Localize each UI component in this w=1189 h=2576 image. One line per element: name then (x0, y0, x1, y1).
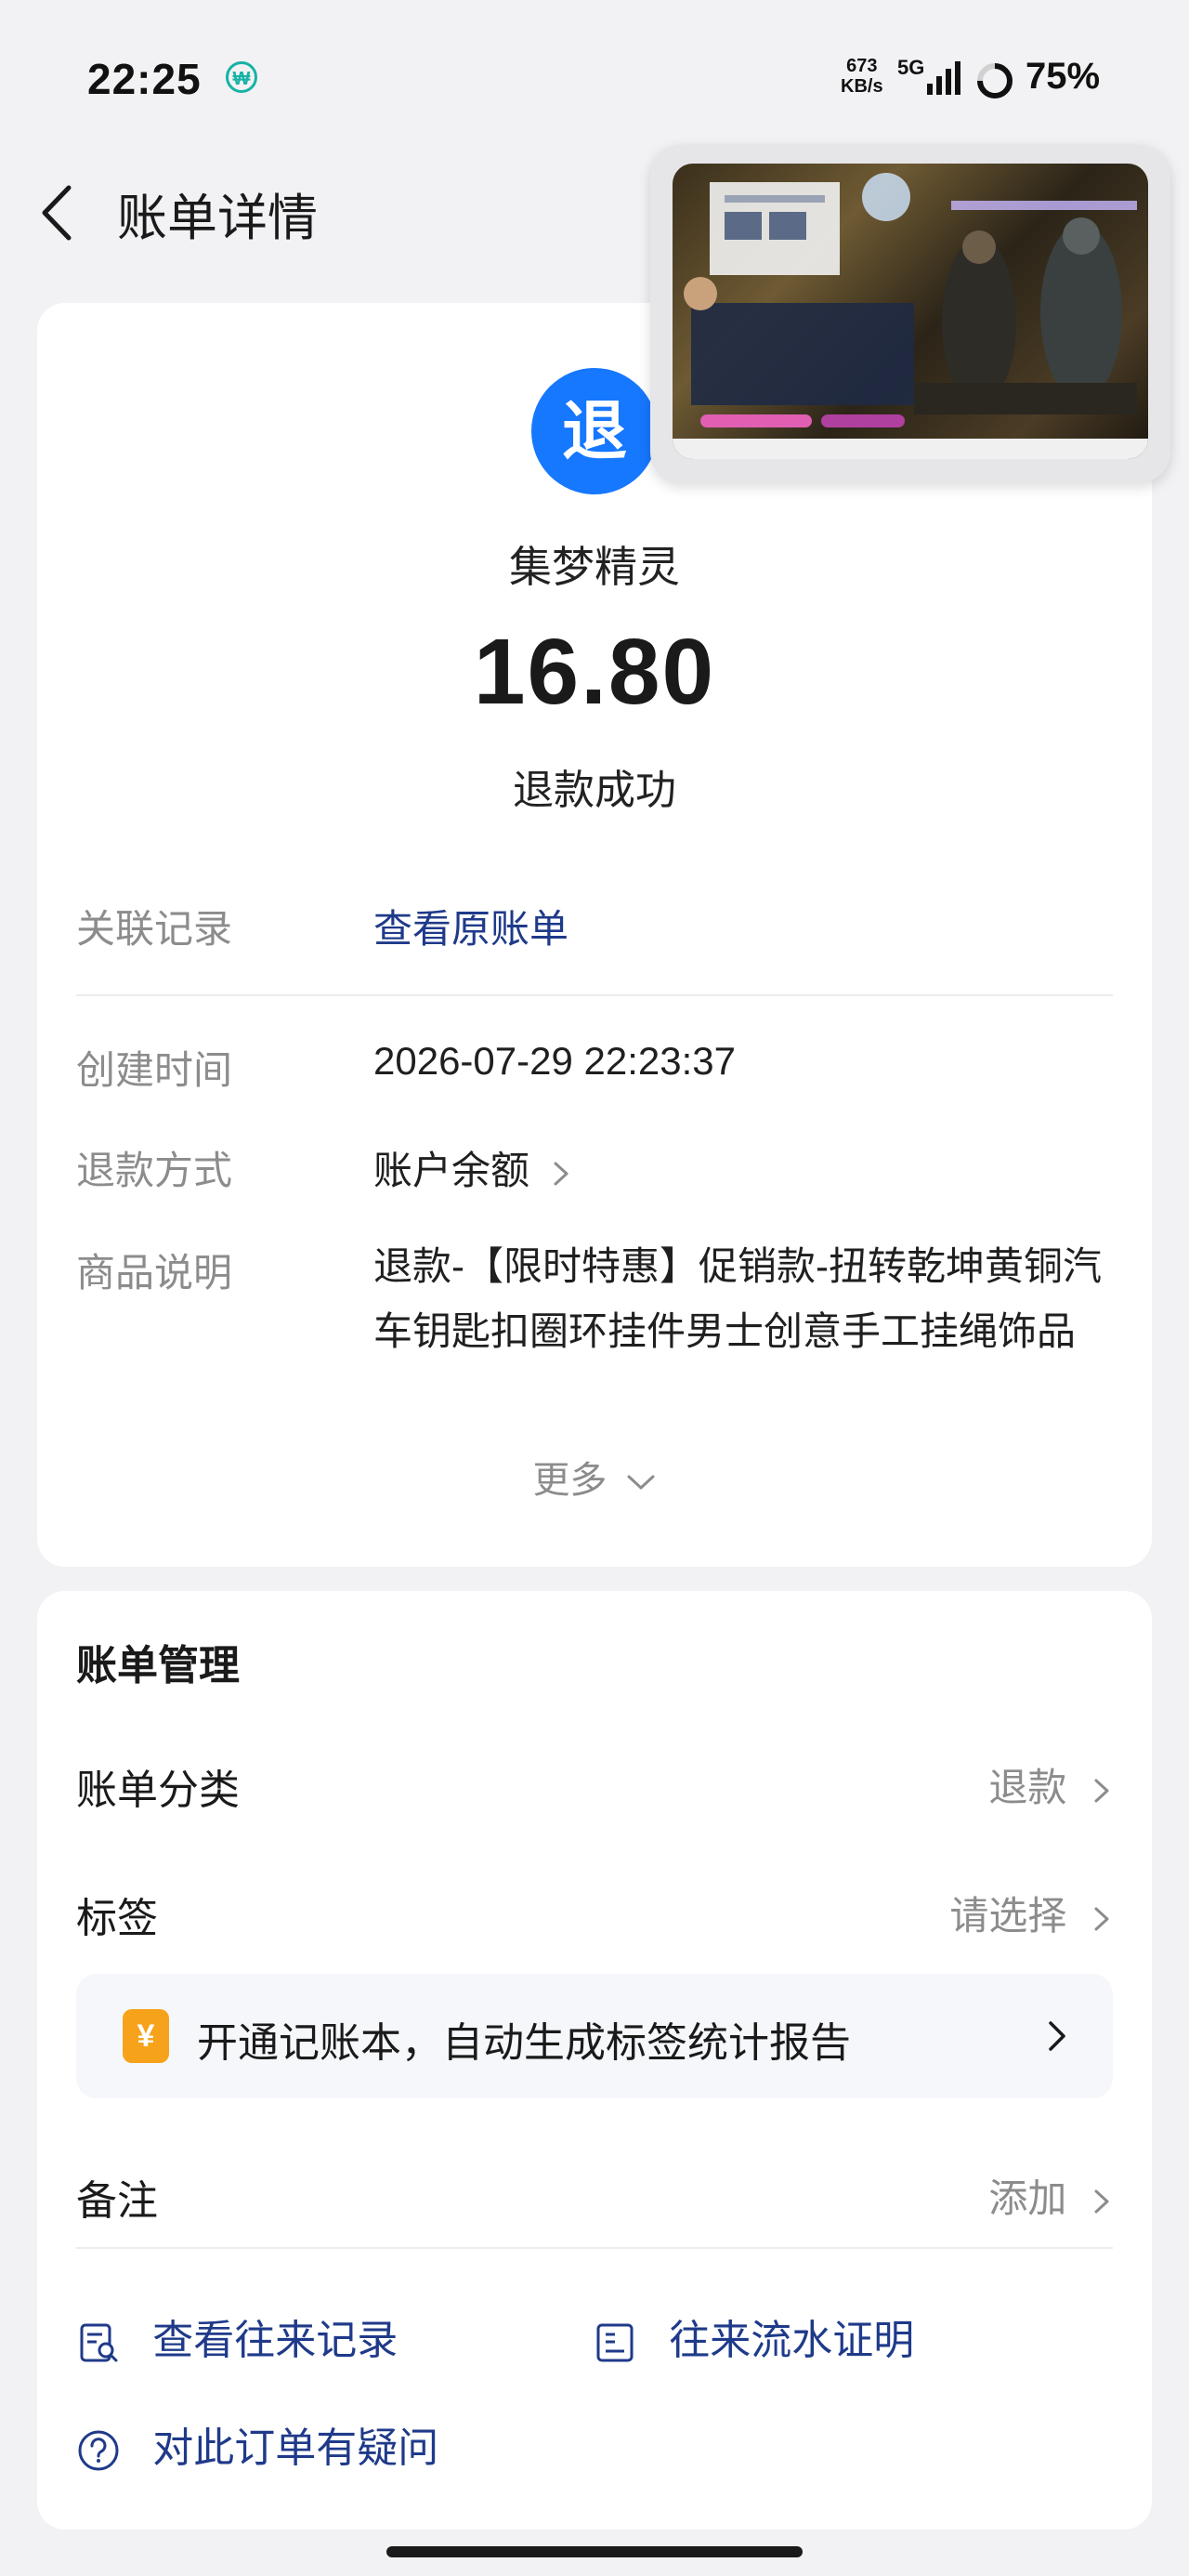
related-record-label: 关联记录 (76, 907, 233, 951)
product-desc-value: 退款-【限时特惠】促销款-扭转乾坤黄铜汽车钥匙扣圈环挂件男士创意手工挂绳饰品 (373, 1244, 1102, 1353)
flow-proof-button[interactable]: 往来流水证明 (593, 2307, 914, 2366)
document-search-icon (80, 2323, 118, 2362)
refund-amount: 16.80 (473, 620, 716, 724)
chevron-right-icon (1094, 1779, 1109, 1803)
network-speed: 673 KB/s (841, 56, 883, 97)
signal-icon (927, 61, 960, 95)
more-label: 更多 (532, 1460, 608, 1501)
status-time: 22:25 (87, 55, 202, 103)
refund-badge-icon: 退 (531, 368, 658, 494)
status-bar: 22:25 ₩ 673 KB/s 5G 75% (0, 0, 1189, 139)
chevron-right-icon (554, 1162, 568, 1186)
bill-detail-card: 退 集梦精灵 16.80 退款成功 关联记录 查看原账单 创建时间 2026-0… (37, 303, 1152, 1567)
note-value: 添加 (988, 2176, 1067, 2220)
created-time-value: 2026-07-29 22:23:37 (373, 1039, 736, 1083)
divider (76, 994, 1113, 996)
chevron-right-icon (1094, 2189, 1109, 2214)
bill-category-row[interactable]: 退款 (988, 1756, 1113, 1813)
network-speed-value: 673 (846, 56, 878, 76)
ledger-promo-banner[interactable]: ¥ 开通记账本，自动生成标签统计报告 (76, 1974, 1113, 2098)
video-frame-illustration (673, 173, 1148, 459)
product-desc-label: 商品说明 (76, 1251, 233, 1295)
bill-category-label: 账单分类 (76, 1768, 240, 1813)
view-original-bill-link[interactable]: 查看原账单 (373, 898, 568, 954)
more-button[interactable]: 更多 (37, 1450, 1152, 1504)
flow-proof-label: 往来流水证明 (669, 2318, 915, 2363)
refund-method-row[interactable]: 账户余额 (373, 1139, 572, 1196)
refund-status: 退款成功 (513, 768, 676, 813)
tag-label: 标签 (76, 1896, 158, 1941)
order-question-button[interactable]: 对此订单有疑问 (76, 2414, 438, 2474)
certificate-icon (596, 2323, 634, 2362)
chevron-down-icon (627, 1475, 655, 1490)
app-notification-icon: ₩ (226, 61, 257, 93)
divider (76, 2247, 1113, 2249)
floating-video-content[interactable] (673, 164, 1148, 459)
note-row[interactable]: 添加 (988, 2167, 1113, 2224)
view-records-button[interactable]: 查看往来记录 (76, 2307, 398, 2366)
view-records-label: 查看往来记录 (152, 2318, 399, 2363)
back-button[interactable] (35, 180, 82, 245)
bill-management-card: 账单管理 账单分类 退款 标签 请选择 ¥ 开通记账本，自动生成标签统计报告 备… (37, 1591, 1152, 2530)
created-time-label: 创建时间 (76, 1048, 233, 1092)
tag-value: 请选择 (949, 1894, 1067, 1938)
network-type: 5G (897, 56, 925, 79)
chevron-right-icon (1049, 2021, 1065, 2051)
ledger-coupon-icon: ¥ (123, 2009, 169, 2063)
promo-text: 开通记账本，自动生成标签统计报告 (197, 2020, 851, 2066)
network-speed-unit: KB/s (841, 76, 883, 97)
merchant-name: 集梦精灵 (509, 543, 680, 591)
question-circle-icon (78, 2430, 119, 2471)
chevron-left-icon (42, 185, 72, 241)
battery-percent: 75% (1026, 56, 1101, 97)
battery-ring-icon (977, 63, 1013, 99)
home-indicator[interactable] (386, 2546, 803, 2557)
page-title: 账单详情 (117, 191, 318, 246)
refund-method-value: 账户余额 (373, 1149, 530, 1192)
order-question-label: 对此订单有疑问 (152, 2425, 439, 2471)
chevron-right-icon (1094, 1907, 1109, 1931)
refund-method-label: 退款方式 (76, 1149, 233, 1192)
bill-category-value: 退款 (988, 1766, 1067, 1809)
note-label: 备注 (76, 2178, 158, 2224)
section-title: 账单管理 (76, 1643, 240, 1689)
tag-row[interactable]: 请选择 (949, 1885, 1113, 1941)
